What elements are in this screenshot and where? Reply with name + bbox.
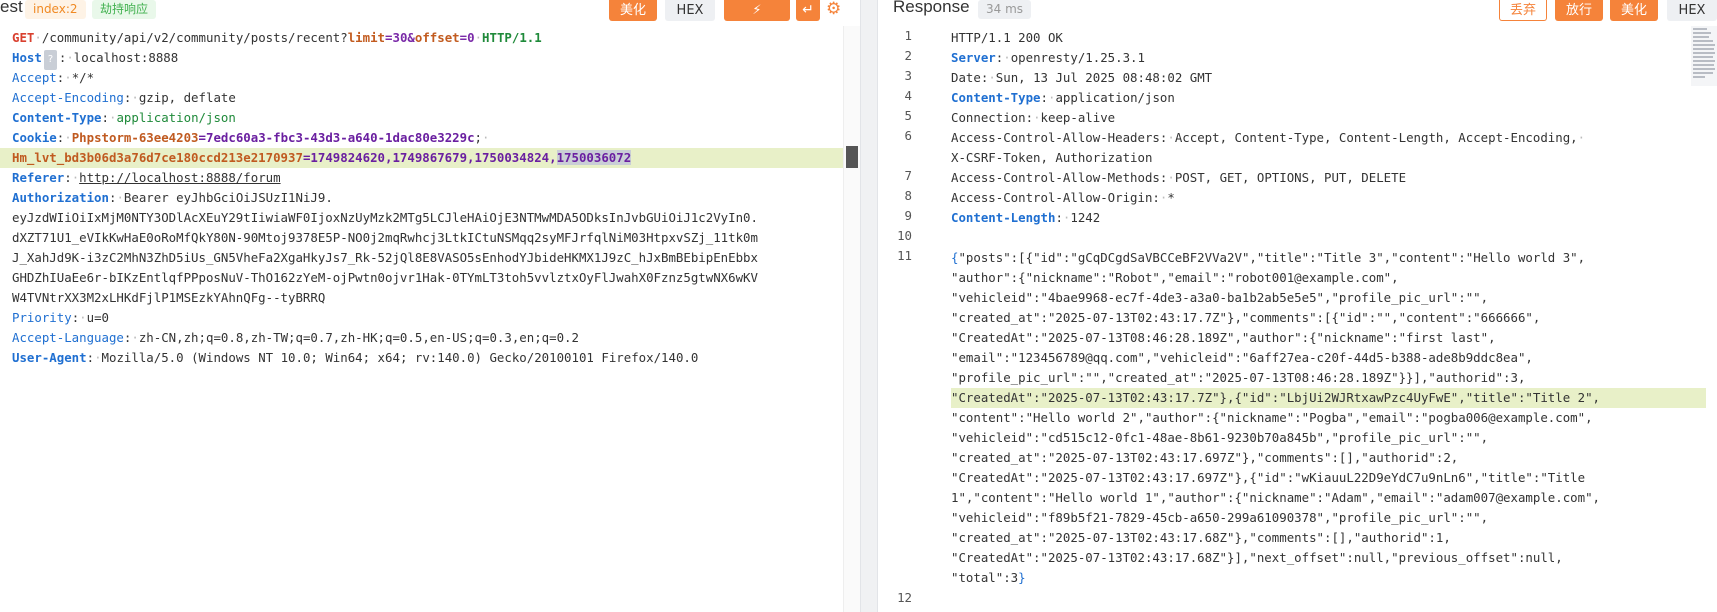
header-accept: Accept:·*/* xyxy=(12,70,95,85)
line-number: 12 xyxy=(897,590,912,605)
index-tag: index:2 xyxy=(25,0,86,19)
pane-divider[interactable] xyxy=(860,0,878,612)
response-beautify-button[interactable]: 美化 xyxy=(1610,0,1658,21)
request-scrollbar[interactable] xyxy=(843,26,860,612)
token-line: dXZT71U1_eVIkKwHaE0oRoMfQkY80N-90Mtoj937… xyxy=(12,230,758,245)
line-number: 10 xyxy=(897,228,912,243)
json-body-line: "author":{"nickname":"Robot","email":"ro… xyxy=(951,270,1399,285)
line-number: 4 xyxy=(904,88,912,103)
header-content-type: Content-Type:·application/json xyxy=(951,90,1175,105)
token-line: eyJzdWIiOiIxMjM0NTY3ODlAcXEuY29tIiwiaWF0… xyxy=(12,210,758,225)
response-toolbar: Response 34 ms 丢弃 放行 美化 HEX xyxy=(878,0,1717,26)
header-content-length: Content-Length:·1242 xyxy=(951,210,1101,225)
request-title: est xyxy=(0,0,23,16)
line-number: 6 xyxy=(904,128,912,143)
line-number: 2 xyxy=(904,48,912,63)
token-line: W4TVNtrXX3M2xLHKdFjlP1MSEzkYAhnQFg--tyBR… xyxy=(12,290,326,305)
info-icon: ? xyxy=(43,50,57,70)
intercept-response-tag[interactable]: 劫持响应 xyxy=(92,0,157,19)
header-accept-language: Accept-Language:·zh-CN,zh;q=0.8,zh-TW;q=… xyxy=(12,330,579,345)
json-body-line: "CreatedAt":"2025-07-13T02:43:17.697Z"},… xyxy=(951,470,1586,485)
response-pane: Response 34 ms 丢弃 放行 美化 HEX 1 2 3 4 5 6 … xyxy=(878,0,1717,612)
header-referer: Referer:·http://localhost:8888/forum xyxy=(12,170,281,185)
request-editor[interactable]: GET·/community/api/v2/community/posts/re… xyxy=(0,28,848,365)
json-body-line: "vehicleid":"4bae9968-ec7f-4de3-a3a0-ba1… xyxy=(951,290,1489,305)
json-body-line: "vehicleid":"f89b5f21-7829-45cb-a650-299… xyxy=(951,510,1489,525)
header-connection: Connection:·keep-alive xyxy=(951,110,1116,125)
header-priority: Priority:·u=0 xyxy=(12,310,110,325)
json-body-line: "created_at":"2025-07-13T02:43:17.697Z"}… xyxy=(951,450,1459,465)
header-cookie-continued: Hm_lvt_bd3b06d3a76d7ce180ccd213e2170937=… xyxy=(0,148,848,168)
json-body-line: "content":"Hello world 2","author":{"nic… xyxy=(951,410,1593,425)
json-body-line: "email":"123456789@qq.com","vehicleid":"… xyxy=(951,350,1533,365)
token-line: GHDZhIUaEe6r-bIKzEntlqfPPposNuV-ThO162zY… xyxy=(12,270,758,285)
request-pane: est index:2 劫持响应 美化 HEX ⚡ FUZZ ↵ ⚙ GET·/… xyxy=(0,0,860,612)
json-body-line-highlighted: "CreatedAt":"2025-07-13T02:43:17.7Z"},{"… xyxy=(951,388,1706,408)
json-body-line: "profile_pic_url":"","created_at":"2025-… xyxy=(951,370,1526,385)
fuzz-button[interactable]: ⚡ FUZZ xyxy=(724,0,790,39)
line-number: 7 xyxy=(904,168,912,183)
line-number: 9 xyxy=(904,208,912,223)
header-host: Host?:·localhost:8888 xyxy=(12,48,842,70)
request-toolbar: est index:2 劫持响应 美化 HEX ⚡ FUZZ ↵ ⚙ xyxy=(0,0,860,39)
json-body-line: "created_at":"2025-07-13T02:43:17.7Z"},"… xyxy=(951,310,1541,325)
json-body-line: 1","content":"Hello world 1","author":{"… xyxy=(951,490,1601,505)
response-title: Response xyxy=(893,0,970,16)
json-body-line: "vehicleid":"cd515c12-0fc1-48ae-8b61-923… xyxy=(951,430,1489,445)
line-number: 1 xyxy=(904,28,912,43)
response-time-tag: 34 ms xyxy=(978,0,1032,19)
header-date: Date:·Sun, 13 Jul 2025 08:48:02 GMT xyxy=(951,70,1213,85)
request-beautify-button[interactable]: 美化 xyxy=(609,0,657,21)
json-body-line: "created_at":"2025-07-13T02:43:17.68Z"},… xyxy=(951,530,1451,545)
header-accept-encoding: Accept-Encoding:·gzip, deflate xyxy=(12,90,236,105)
line-number: 5 xyxy=(904,108,912,123)
response-hex-button[interactable]: HEX xyxy=(1667,0,1717,21)
line-number: 11 xyxy=(897,248,912,263)
header-server: Server:·openresty/1.25.3.1 xyxy=(951,50,1145,65)
header-user-agent: User-Agent:·Mozilla/5.0 (Windows NT 10.0… xyxy=(12,350,699,365)
header-authorization: Authorization:·Bearer eyJhbGciOiJSUzI1Ni… xyxy=(12,190,333,205)
referer-link[interactable]: http://localhost:8888/forum xyxy=(79,170,280,185)
wrap-icon[interactable]: ↵ xyxy=(796,0,820,21)
header-allow-methods: Access-Control-Allow-Methods:·POST, GET,… xyxy=(951,170,1407,185)
json-body-line: {"posts":[{"id":"gCqDCgdSaVBCCeBF2VVa2V"… xyxy=(951,250,1586,265)
json-body-line: "total":3} xyxy=(951,570,1026,585)
status-line: HTTP/1.1 200 OK xyxy=(951,30,1063,45)
header-allow-headers: Access-Control-Allow-Headers:·Accept, Co… xyxy=(951,130,1586,145)
header-allow-origin: Access-Control-Allow-Origin:·* xyxy=(951,190,1175,205)
response-minimap[interactable] xyxy=(1691,26,1717,86)
gear-icon[interactable]: ⚙ xyxy=(826,0,841,19)
line-number: 3 xyxy=(904,68,912,83)
header-allow-headers-continued: X-CSRF-Token, Authorization xyxy=(951,150,1153,165)
request-hex-button[interactable]: HEX xyxy=(665,0,715,21)
discard-button[interactable]: 丢弃 xyxy=(1499,0,1547,21)
line-number: 8 xyxy=(904,188,912,203)
request-scroll-thumb[interactable] xyxy=(846,146,858,168)
json-body-line: "CreatedAt":"2025-07-13T02:43:17.68Z"}],… xyxy=(951,550,1563,565)
header-content-type: Content-Type:·application/json xyxy=(12,110,236,125)
token-line: J_XahJd9K-i3zC2MhN3ZhD5iUs_GN5VheFa2XgaH… xyxy=(12,250,758,265)
release-button[interactable]: 放行 xyxy=(1555,0,1603,21)
request-line: GET·/community/api/v2/community/posts/re… xyxy=(12,30,542,45)
json-body-line: "CreatedAt":"2025-07-13T08:46:28.189Z","… xyxy=(951,330,1496,345)
response-editor[interactable]: HTTP/1.1 200 OK Server:·openresty/1.25.3… xyxy=(951,28,1706,585)
header-cookie: Cookie:·Phpstorm-63ee4203=7edc60a3-fbc3-… xyxy=(12,130,490,145)
